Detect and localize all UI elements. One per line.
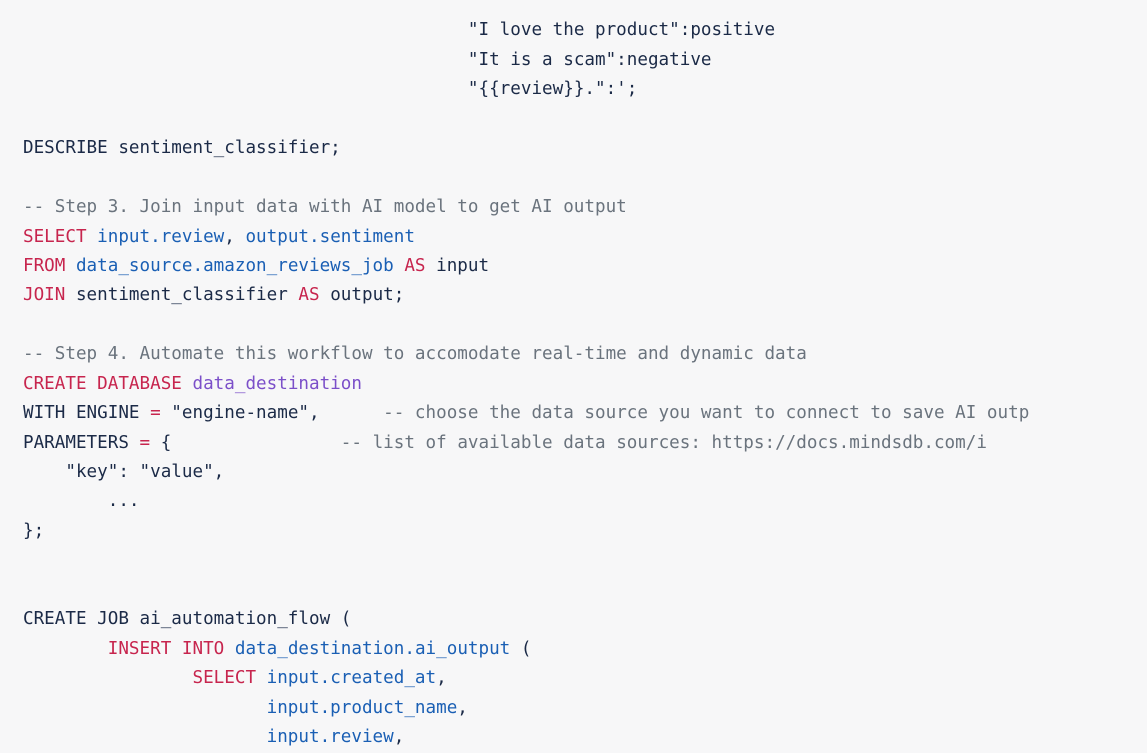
code-editor-surface[interactable]: "I love the product":positive "It is a s… — [0, 0, 1147, 753]
code-token-comment: -- Step 4. Automate this workflow to acc… — [23, 344, 807, 365]
code-token-identifier: input.product_name — [266, 697, 458, 718]
code-token-keyword: CREATE DATABASE — [23, 373, 182, 394]
code-token-string: "engine-name" — [171, 403, 309, 424]
code-token-identifier: input.review — [97, 226, 225, 247]
code-token-keyword: JOIN — [23, 285, 66, 306]
code-token-string: "It is a scam":negative — [467, 49, 712, 70]
code-token-operator: = — [139, 432, 151, 453]
code-line: WITH ENGINE = "engine-name", -- choose t… — [23, 399, 1029, 428]
code-token-plain: { — [150, 432, 341, 453]
code-token-keyword: SELECT — [23, 226, 87, 247]
code-line: FROM data_source.amazon_reviews_job AS i… — [23, 252, 1029, 281]
code-token-keyword: FROM — [23, 255, 66, 276]
code-token-operator: = — [150, 403, 161, 424]
code-token-identifier: data_source.amazon_reviews_job — [75, 255, 394, 276]
code-line: SELECT input.review, output.sentiment — [23, 223, 1029, 252]
code-line: INSERT INTO data_destination.ai_output ( — [23, 635, 1029, 664]
code-token-plain: ( — [510, 638, 532, 659]
code-token-string: "key": "value", — [65, 462, 225, 482]
code-line: DESCRIBE sentiment_classifier; — [23, 134, 1029, 163]
code-token-plain: WITH ENGINE — [23, 403, 151, 424]
code-line: ... — [23, 487, 1029, 516]
code-token-plain: CREATE JOB ai_automation_flow ( — [23, 609, 352, 630]
code-token-plain: DESCRIBE sentiment_classifier; — [23, 138, 341, 159]
code-token-plain: , — [457, 697, 468, 718]
sql-code-block[interactable]: "I love the product":positive "It is a s… — [0, 0, 1029, 753]
code-line: input.review, — [23, 723, 1029, 752]
code-line: CREATE DATABASE data_destination — [23, 370, 1029, 399]
code-token-keyword: SELECT — [192, 668, 257, 689]
code-token-database: data_destination — [192, 373, 362, 394]
code-line: "{{review}}.":'; — [23, 75, 1029, 104]
code-token-comment: -- choose the data source you want to co… — [383, 403, 1030, 424]
code-line: "I love the product":positive — [23, 16, 1029, 45]
code-line: PARAMETERS = { -- list of available data… — [23, 429, 1029, 458]
code-token-plain: ... — [23, 491, 140, 512]
code-token-plain: PARAMETERS — [23, 432, 140, 453]
code-line: -- Step 4. Automate this workflow to acc… — [23, 340, 1029, 369]
code-line: }; — [23, 517, 1029, 546]
code-token-string: "I love the product":positive — [467, 20, 776, 41]
code-token-keyword: INSERT INTO — [107, 638, 225, 659]
code-token-plain: output; — [319, 285, 405, 306]
code-token-keyword: AS — [298, 285, 320, 306]
code-token-keyword: AS — [404, 255, 426, 276]
code-token-comment: -- Step 3. Join input data with AI model… — [23, 197, 627, 218]
code-line: input.product_name, — [23, 694, 1029, 723]
code-token-identifier: data_destination.ai_output — [234, 638, 511, 659]
code-token-comment: -- list of available data sources: https… — [340, 432, 987, 453]
code-line: "key": "value", — [23, 458, 1029, 487]
code-line: -- Step 3. Join input data with AI model… — [23, 193, 1029, 222]
code-line: SELECT input.created_at, — [23, 664, 1029, 693]
code-token-plain: input — [425, 255, 490, 276]
code-line: "It is a scam":negative — [23, 46, 1029, 75]
code-line: CREATE JOB ai_automation_flow ( — [23, 605, 1029, 634]
code-token-identifier: input.created_at — [266, 668, 437, 689]
code-token-string: "{{review}}.":'; — [467, 79, 638, 100]
code-line: JOIN sentiment_classifier AS output; — [23, 281, 1029, 310]
code-token-plain: , — [309, 403, 384, 424]
code-token-plain: , — [436, 668, 447, 689]
code-token-plain: , — [224, 226, 246, 247]
code-token-plain: sentiment_classifier — [65, 285, 299, 306]
code-token-plain: , — [393, 726, 405, 747]
code-token-identifier: output.sentiment — [245, 226, 415, 247]
code-token-identifier: input.review — [266, 726, 394, 747]
code-token-plain: }; — [23, 520, 45, 541]
